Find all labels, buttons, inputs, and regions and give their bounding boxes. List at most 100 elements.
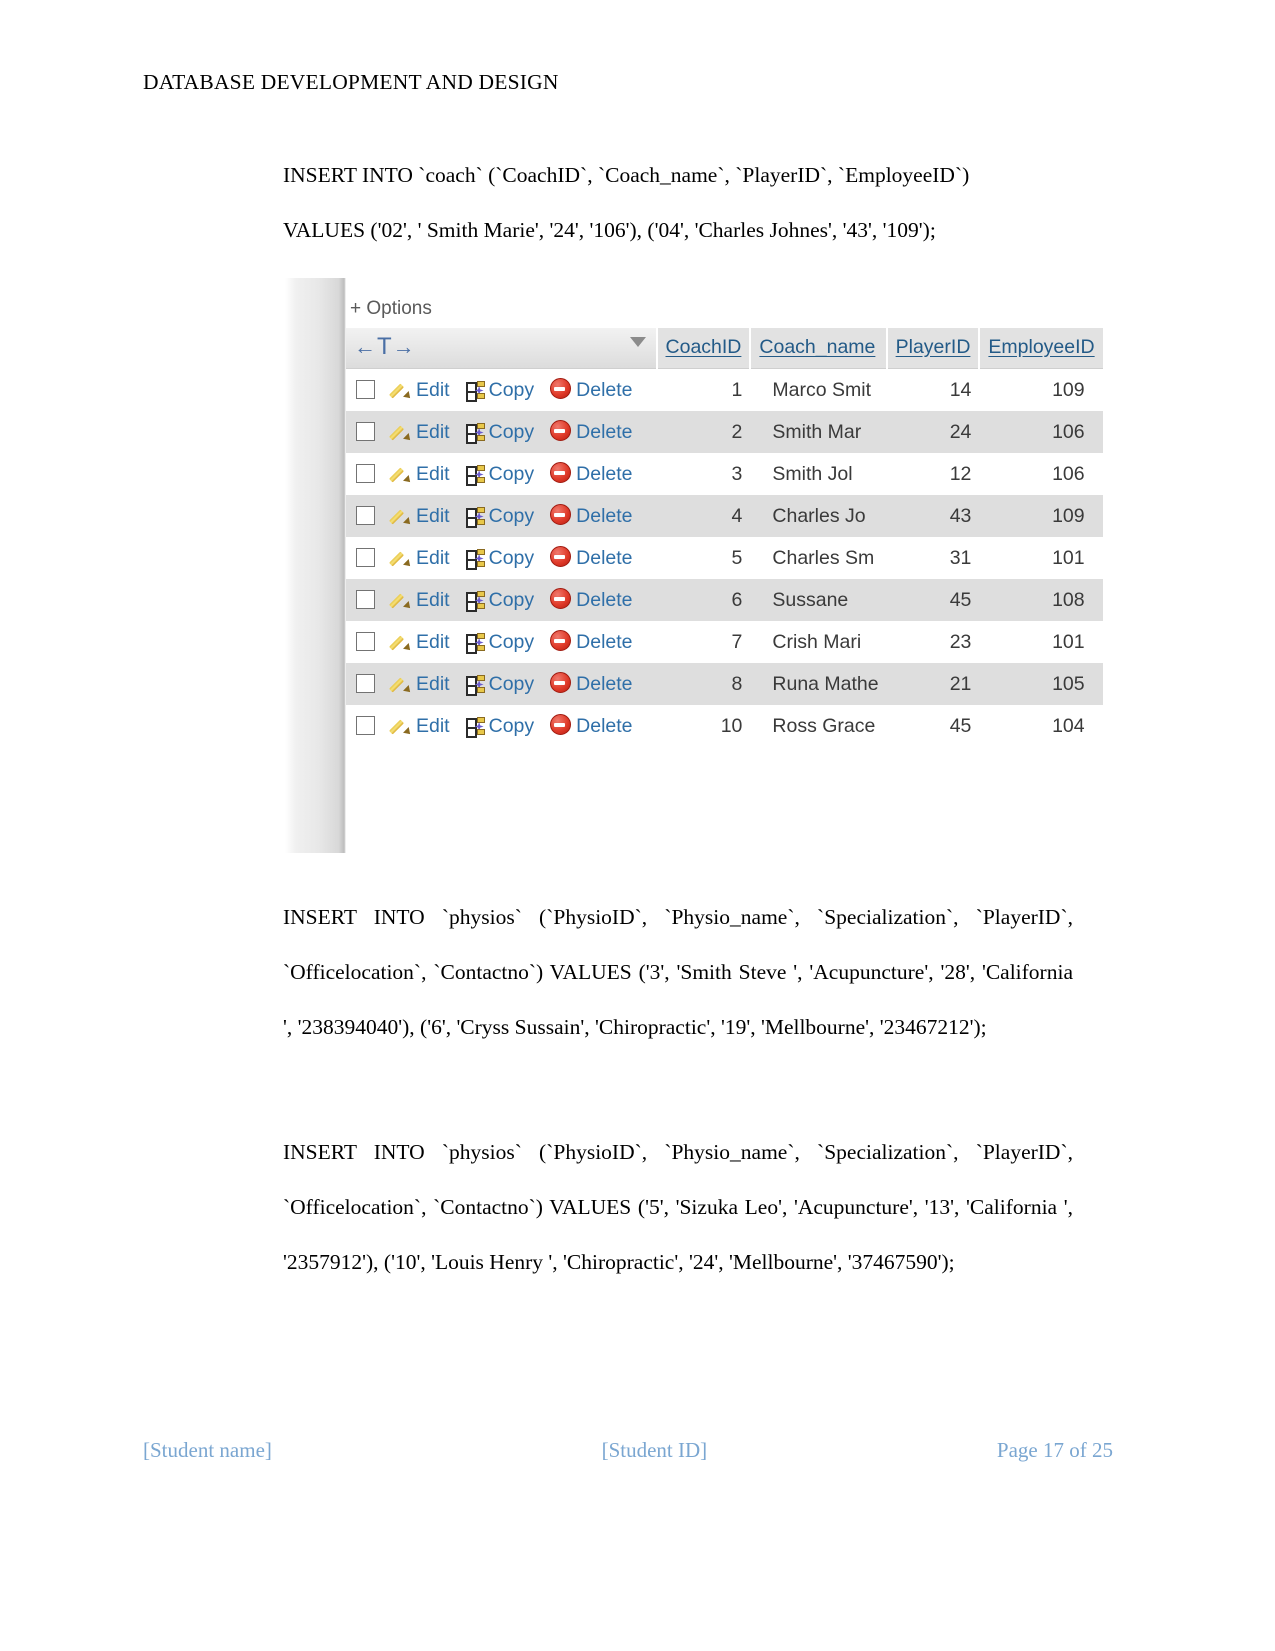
- edit-row-button[interactable]: Edit: [393, 589, 450, 612]
- phpmyadmin-screenshot: + Options ←T→ CoachID Coach_name PlayerI…: [285, 278, 1103, 853]
- pencil-icon: [393, 381, 411, 399]
- copy-row-button[interactable]: Copy: [465, 715, 535, 738]
- cell-coachname: Smith Jol: [772, 462, 853, 485]
- edit-label: Edit: [416, 505, 450, 527]
- copy-icon: [465, 465, 485, 486]
- edit-row-button[interactable]: Edit: [393, 715, 450, 738]
- copy-row-button[interactable]: Copy: [465, 631, 534, 654]
- table-row[interactable]: Edit Copy Delete 3 Smith Jol 12 106: [346, 453, 1103, 495]
- table-row[interactable]: Edit Copy Delete 7 Crish Mari 23 101: [346, 621, 1103, 663]
- chevron-down-icon[interactable]: [629, 337, 646, 347]
- column-header-coachname-label: Coach_name: [759, 335, 876, 358]
- delete-icon: [550, 378, 572, 399]
- copy-row-button[interactable]: Copy: [465, 379, 534, 402]
- column-header-playerid[interactable]: PlayerID: [886, 328, 981, 369]
- copy-row-button[interactable]: Copy: [465, 547, 534, 570]
- delete-row-button[interactable]: Delete: [550, 588, 633, 612]
- delete-row-button[interactable]: Delete: [550, 630, 633, 654]
- row-select-checkbox[interactable]: [356, 590, 375, 609]
- pencil-icon: [393, 591, 411, 609]
- edit-row-button[interactable]: Edit: [393, 379, 450, 402]
- delete-row-button[interactable]: Delete: [550, 378, 633, 402]
- edit-label: Edit: [416, 379, 450, 401]
- delete-row-button[interactable]: Delete: [550, 714, 633, 738]
- sort-right-arrow-icon[interactable]: →: [393, 334, 416, 359]
- table-body: Edit Copy Delete 1 Marco Smit 14 109 Edit Copy De…: [346, 368, 1103, 747]
- table-row[interactable]: Edit Copy Delete 10 Ross Grace 45 104: [346, 705, 1103, 747]
- delete-label: Delete: [576, 421, 633, 443]
- paragraph-physios-insert-2: INSERT INTO `physios` (`PhysioID`, `Phys…: [283, 1125, 1073, 1290]
- row-actions-cell: Edit Copy Delete: [346, 453, 657, 495]
- table-row[interactable]: Edit Copy Delete 8 Runa Mathe 21 105: [346, 663, 1103, 705]
- cell-playerid: 12: [949, 462, 972, 485]
- sort-left-arrow-icon[interactable]: ←: [354, 334, 377, 359]
- column-header-coachid[interactable]: CoachID: [656, 328, 752, 369]
- edit-row-button[interactable]: Edit: [393, 631, 450, 654]
- table-row[interactable]: Edit Copy Delete 5 Charles Sm 31 101: [346, 537, 1103, 579]
- delete-row-button[interactable]: Delete: [550, 504, 633, 528]
- row-select-checkbox[interactable]: [356, 506, 375, 525]
- row-select-checkbox[interactable]: [356, 632, 375, 651]
- row-select-checkbox[interactable]: [356, 380, 375, 399]
- copy-row-button[interactable]: Copy: [465, 673, 535, 696]
- row-select-checkbox[interactable]: [356, 422, 375, 441]
- copy-icon: [465, 423, 485, 444]
- edit-label: Edit: [416, 631, 450, 653]
- cell-employeeid: 109: [1052, 504, 1085, 527]
- cell-coachname: Smith Mar: [772, 420, 862, 443]
- delete-row-button[interactable]: Delete: [550, 420, 633, 444]
- cell-playerid: 14: [949, 378, 972, 401]
- screenshot-left-gutter: [285, 278, 346, 853]
- edit-label: Edit: [416, 715, 450, 737]
- delete-label: Delete: [576, 379, 633, 401]
- row-select-checkbox[interactable]: [356, 716, 375, 735]
- phpmyadmin-panel: + Options ←T→ CoachID Coach_name PlayerI…: [346, 278, 1103, 853]
- delete-label: Delete: [576, 463, 633, 485]
- table-row[interactable]: Edit Copy Delete 2 Smith Mar 24 106: [346, 411, 1103, 453]
- copy-label: Copy: [488, 673, 535, 695]
- row-select-checkbox[interactable]: [356, 674, 375, 693]
- copy-label: Copy: [488, 715, 535, 737]
- delete-icon: [550, 504, 572, 525]
- cell-playerid: 43: [949, 504, 972, 527]
- cell-employeeid: 106: [1052, 420, 1085, 443]
- delete-row-button[interactable]: Delete: [550, 672, 633, 696]
- copy-row-button[interactable]: Copy: [465, 505, 534, 528]
- sort-nav-group[interactable]: ←T→: [354, 333, 416, 360]
- copy-row-button[interactable]: Copy: [465, 463, 534, 486]
- footer-page-number: Page 17 of 25: [996, 1438, 1113, 1462]
- delete-icon: [550, 714, 572, 735]
- delete-label: Delete: [576, 589, 633, 611]
- delete-label: Delete: [576, 673, 633, 695]
- table-row[interactable]: Edit Copy Delete 4 Charles Jo 43 109: [346, 495, 1103, 537]
- transpose-t-icon[interactable]: T: [377, 333, 393, 360]
- copy-row-button[interactable]: Copy: [465, 421, 535, 444]
- cell-playerid: 45: [949, 588, 972, 611]
- delete-row-button[interactable]: Delete: [550, 546, 633, 570]
- table-row[interactable]: Edit Copy Delete 6 Sussane 45 108: [346, 579, 1103, 621]
- column-header-coachname[interactable]: Coach_name: [750, 328, 888, 369]
- sort-controls-header[interactable]: ←T→: [346, 328, 658, 369]
- edit-row-button[interactable]: Edit: [393, 547, 450, 570]
- column-header-employeeid[interactable]: EmployeeID: [979, 328, 1103, 369]
- cell-employeeid: 106: [1052, 462, 1085, 485]
- cell-playerid: 23: [949, 630, 972, 653]
- cell-employeeid: 108: [1052, 588, 1085, 611]
- sql-line-coach-values: VALUES ('02', ' Smith Marie', '24', '106…: [283, 218, 936, 242]
- page-footer: [Student name] [Student ID] Page 17 of 2…: [143, 1438, 1113, 1463]
- row-select-checkbox[interactable]: [356, 548, 375, 567]
- options-toggle-link[interactable]: + Options: [350, 298, 432, 320]
- edit-row-button[interactable]: Edit: [393, 673, 450, 696]
- cell-coachid: 8: [731, 672, 743, 695]
- cell-coachid: 3: [731, 462, 743, 485]
- edit-row-button[interactable]: Edit: [393, 421, 450, 444]
- copy-row-button[interactable]: Copy: [465, 589, 534, 612]
- edit-row-button[interactable]: Edit: [393, 505, 450, 528]
- table-row[interactable]: Edit Copy Delete 1 Marco Smit 14 109: [346, 368, 1103, 411]
- copy-label: Copy: [488, 421, 535, 443]
- row-actions-cell: Edit Copy Delete: [346, 537, 657, 579]
- edit-row-button[interactable]: Edit: [393, 463, 450, 486]
- row-select-checkbox[interactable]: [356, 464, 375, 483]
- delete-row-button[interactable]: Delete: [550, 462, 633, 486]
- pencil-icon: [393, 507, 411, 525]
